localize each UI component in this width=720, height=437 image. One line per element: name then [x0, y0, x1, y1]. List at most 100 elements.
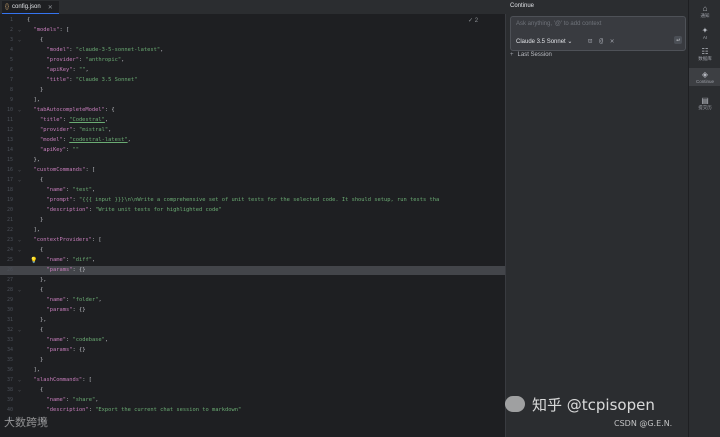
code-line[interactable]: 19 "prompt": "{{{ input }}}\n\nWrite a c…: [0, 196, 505, 205]
code-line[interactable]: 14 "apiKey": "": [0, 146, 505, 155]
fold-chevron-icon[interactable]: ⌄: [18, 376, 21, 385]
code-line[interactable]: 17 ⌄ {: [0, 176, 505, 185]
fold-chevron-icon[interactable]: ⌄: [18, 236, 21, 245]
code-line[interactable]: 37 ⌄ "slashCommands": [: [0, 376, 505, 385]
code-line[interactable]: 30 "params": {}: [0, 306, 505, 315]
rail-label: Continue: [695, 79, 714, 84]
code-line[interactable]: 38 ⌄ {: [0, 386, 505, 395]
line-number: 23: [6, 237, 13, 243]
code-line[interactable]: 15 },: [0, 156, 505, 165]
watermark-left: 大数跨境: [4, 416, 48, 429]
code-line[interactable]: 24 ⌄ {: [0, 246, 505, 255]
rail-item-database[interactable]: ☷ 数据库: [689, 47, 720, 62]
code-text: {: [27, 177, 44, 183]
tab-config-json[interactable]: {} config.json ✕: [2, 1, 59, 14]
code-line[interactable]: 4 "model": "claude-3-5-sonnet-latest",: [0, 46, 505, 55]
fold-chevron-icon[interactable]: ⌄: [18, 286, 21, 295]
code-line[interactable]: 13 "model": "codestral-latest",: [0, 136, 505, 145]
fold-chevron-icon[interactable]: ⌄: [18, 166, 21, 175]
code-line[interactable]: 39 "name": "share",: [0, 396, 505, 405]
fold-chevron-icon[interactable]: ⌄: [18, 326, 21, 335]
code-line[interactable]: 41 },: [0, 416, 505, 425]
close-tab-icon[interactable]: ✕: [48, 4, 53, 11]
code-text: ],: [27, 97, 40, 103]
code-editor[interactable]: ✓ 2 1{2 ⌄ "models": [3 ⌄ {4 "model": "clau…: [0, 14, 505, 437]
code-line[interactable]: 5 "provider": "anthropic",: [0, 56, 505, 65]
code-line[interactable]: 25 💡 "name": "diff",: [0, 256, 505, 265]
line-number: 21: [6, 217, 13, 223]
code-text: "contextProviders": [: [33, 237, 102, 243]
ai-assistant-icon: ✦: [701, 26, 709, 35]
code-line[interactable]: 2 ⌄ "models": [: [0, 26, 505, 35]
code-line[interactable]: 32 ⌄ {: [0, 326, 505, 335]
line-number: 16: [6, 167, 13, 173]
fold-chevron-icon[interactable]: ⌄: [18, 26, 21, 35]
line-number: 35: [6, 357, 13, 363]
line-number: 8: [9, 87, 13, 93]
code-line[interactable]: 36 ],: [0, 366, 505, 375]
code-text: "name": "share",: [46, 397, 99, 403]
code-text: "title": "Codestral",: [39, 117, 109, 123]
line-number: 33: [6, 337, 13, 343]
line-number: 28: [6, 287, 13, 293]
code-text: "model": "codestral-latest",: [39, 137, 131, 143]
code-line[interactable]: 29 "name": "folder",: [0, 296, 505, 305]
line-number: 31: [6, 317, 13, 323]
code-line[interactable]: 10 ⌄ "tabAutocompleteModel": {: [0, 106, 505, 115]
send-button[interactable]: ↵: [674, 36, 682, 44]
code-line[interactable]: 33 "name": "codebase",: [0, 336, 505, 345]
code-line[interactable]: 6 "apiKey": "",: [0, 66, 505, 75]
code-line[interactable]: 27 },: [0, 276, 505, 285]
chat-input-box[interactable]: Ask anything, '@' to add context Claude …: [510, 16, 686, 51]
chat-input-placeholder[interactable]: Ask anything, '@' to add context: [516, 21, 601, 27]
code-line[interactable]: 16 ⌄ "customCommands": [: [0, 166, 505, 175]
code-line[interactable]: 22 ],: [0, 226, 505, 235]
code-line[interactable]: 23 ⌄ "contextProviders": [: [0, 236, 505, 245]
fold-chevron-icon[interactable]: ⌄: [18, 106, 21, 115]
code-line[interactable]: 9 ],: [0, 96, 505, 105]
rail-item-continue[interactable]: ◈ Continue: [689, 68, 720, 86]
rail-item-notifications[interactable]: ⌂ 通知: [689, 4, 720, 19]
rail-item-commit-history[interactable]: ▤ 提交历: [689, 96, 720, 111]
last-session-item[interactable]: + Last Session: [510, 52, 552, 58]
code-line[interactable]: 28 ⌄ {: [0, 286, 505, 295]
line-number: 1: [9, 17, 13, 23]
line-number: 39: [6, 397, 13, 403]
code-line[interactable]: 21 }: [0, 216, 505, 225]
line-number: 9: [9, 97, 13, 103]
code-line[interactable]: 7 "title": "Claude 3.5 Sonnet": [0, 76, 505, 85]
tools-icon[interactable]: ✕: [610, 37, 614, 45]
continue-panel: Continue Ask anything, '@' to add contex…: [506, 0, 688, 437]
code-line[interactable]: 11 "title": "Codestral",: [0, 116, 505, 125]
code-line[interactable]: 18 "name": "test",: [0, 186, 505, 195]
code-line[interactable]: 8 }: [0, 86, 505, 95]
code-text: "params": {}: [46, 267, 86, 273]
code-line[interactable]: 40 "description": "Export the current ch…: [0, 406, 505, 415]
fold-chevron-icon[interactable]: ⌄: [18, 36, 21, 45]
code-line[interactable]: 3 ⌄ {: [0, 36, 505, 45]
rail-label: 提交历: [698, 105, 712, 110]
commit-history-icon: ▤: [701, 96, 709, 105]
code-text: {: [27, 327, 44, 333]
line-number: 26: [6, 267, 13, 273]
line-number: 10: [6, 107, 13, 113]
model-selector[interactable]: Claude 3.5 Sonnet ⌄: [516, 38, 572, 45]
code-line[interactable]: 26 "params": {}: [0, 266, 505, 275]
code-line[interactable]: 34 "params": {}: [0, 346, 505, 355]
line-number: 2: [9, 27, 13, 33]
rail-label: AI: [702, 35, 708, 40]
code-line[interactable]: 12 "provider": "mistral",: [0, 126, 505, 135]
image-attach-icon[interactable]: ⊡: [588, 37, 592, 45]
code-text: "name": "folder",: [46, 297, 102, 303]
fold-chevron-icon[interactable]: ⌄: [18, 176, 21, 185]
code-line[interactable]: 1{: [0, 16, 505, 25]
rail-item-ai[interactable]: ✦ AI: [689, 26, 720, 40]
line-number: 24: [6, 247, 13, 253]
line-number: 19: [6, 197, 13, 203]
code-line[interactable]: 31 },: [0, 316, 505, 325]
at-context-icon[interactable]: @: [599, 37, 603, 45]
code-line[interactable]: 35 }: [0, 356, 505, 365]
fold-chevron-icon[interactable]: ⌄: [18, 246, 21, 255]
fold-chevron-icon[interactable]: ⌄: [18, 386, 21, 395]
code-line[interactable]: 20 "description": "Write unit tests for …: [0, 206, 505, 215]
